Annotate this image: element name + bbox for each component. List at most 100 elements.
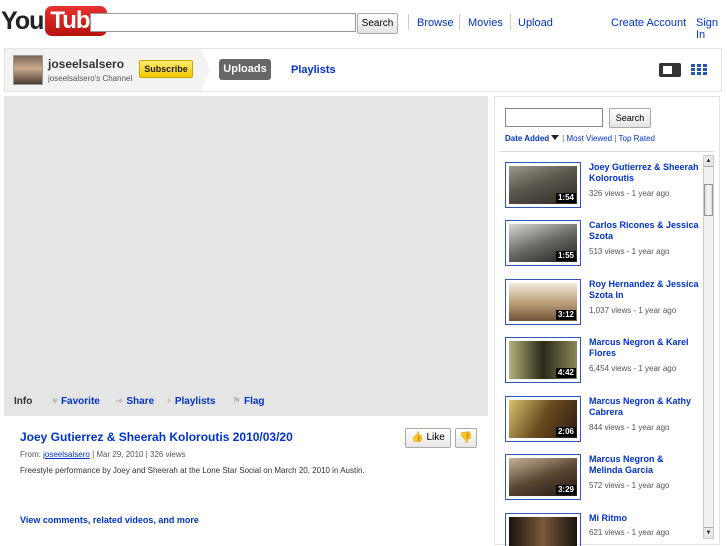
scroll-down-icon[interactable]: ▼ xyxy=(704,527,713,538)
list-item[interactable]: 2:06 Marcus Negron & Kathy Cabrera 844 v… xyxy=(505,393,705,448)
sort-most-viewed[interactable]: Most Viewed xyxy=(566,134,612,143)
video-meta: 513 views - 1 year ago xyxy=(589,247,670,256)
tab-share-label: Share xyxy=(126,396,155,407)
nav-divider xyxy=(510,14,511,30)
tab-info-label: Info xyxy=(14,396,33,407)
video-meta: 621 views - 1 year ago xyxy=(589,528,670,537)
video-info-panel: Joey Gutierrez & Sheerah Koloroutis 2010… xyxy=(8,416,488,545)
video-description: Freestyle performance by Joey and Sheera… xyxy=(20,466,365,475)
duration-badge: 4:42 xyxy=(555,368,576,378)
duration-badge: 1:54 xyxy=(555,193,576,203)
heart-icon: ♥ xyxy=(52,396,58,407)
nav-divider xyxy=(459,14,460,30)
video-link[interactable]: Marcus Negron & Karel Flores xyxy=(589,337,699,359)
header-search-input[interactable] xyxy=(90,13,356,32)
scroll-up-icon[interactable]: ▲ xyxy=(704,156,713,167)
thumbs-down-icon: 👎 xyxy=(459,432,473,444)
dislike-button[interactable]: 👎 xyxy=(455,428,477,448)
scroll-thumb[interactable] xyxy=(704,184,713,216)
tab-playlists-label: Playlists xyxy=(174,396,216,407)
video-link[interactable]: Marcus Negron & Kathy Cabrera xyxy=(589,396,699,418)
video-meta: 844 views - 1 year ago xyxy=(589,423,670,432)
avatar[interactable] xyxy=(13,55,43,85)
view-more-link[interactable]: View comments, related videos, and more xyxy=(20,515,199,525)
tab-favorite-label: Favorite xyxy=(60,396,100,407)
tab-flag-label: Flag xyxy=(243,396,265,407)
list-item[interactable]: 3:29 Marcus Negron & Melinda Garcia 572 … xyxy=(505,451,705,506)
header-search-button[interactable]: Search xyxy=(357,13,398,34)
logo-you: You xyxy=(1,6,44,35)
video-player[interactable] xyxy=(4,96,488,386)
video-link[interactable]: Carlos Ricones & Jessica Szota xyxy=(589,220,699,242)
duration-badge: 1:55 xyxy=(555,251,576,261)
video-date-views: | Mar 29, 2010 | 326 views xyxy=(92,450,186,459)
video-meta: From: joseelsalsero | Mar 29, 2010 | 326… xyxy=(20,450,186,459)
nav-divider xyxy=(408,14,409,30)
video-action-tabs: Info ♥ Favorite ➔ Share + Playlists ⚑ Flag xyxy=(4,386,488,416)
video-thumbnail[interactable] xyxy=(505,513,581,546)
channel-search-input[interactable] xyxy=(505,108,603,127)
video-link[interactable]: Roy Hernandez & Jessica Szota In xyxy=(589,279,699,301)
duration-badge: 3:29 xyxy=(555,485,576,495)
list-item[interactable]: 3:12 Roy Hernandez & Jessica Szota In 1,… xyxy=(505,276,705,331)
list-item[interactable]: 1:54 Joey Gutierrez & Sheerah Koloroutis… xyxy=(505,159,705,214)
nav-movies[interactable]: Movies xyxy=(468,17,503,29)
tab-uploads[interactable]: Uploads xyxy=(219,59,271,80)
list-scrollbar[interactable]: ▲ ▼ xyxy=(703,155,714,539)
grid-view-icon[interactable] xyxy=(691,64,707,76)
video-link[interactable]: Joey Gutierrez & Sheerah Koloroutis xyxy=(589,162,699,184)
video-thumbnail[interactable]: 1:55 xyxy=(505,220,581,266)
sidebar-divider xyxy=(499,151,715,152)
from-user-link[interactable]: joseelsalsero xyxy=(43,450,90,459)
video-meta: 6,454 views - 1 year ago xyxy=(589,364,677,373)
duration-badge: 3:12 xyxy=(555,310,576,320)
channel-info-arrow xyxy=(201,49,210,91)
like-label: Like xyxy=(426,432,445,443)
video-title[interactable]: Joey Gutierrez & Sheerah Koloroutis 2010… xyxy=(20,430,293,444)
sort-date-added[interactable]: Date Added xyxy=(505,134,549,143)
sort-separator: | xyxy=(562,134,565,143)
create-account-link[interactable]: Create Account xyxy=(611,17,686,29)
tab-flag[interactable]: ⚑ Flag xyxy=(232,396,265,407)
channel-search-button[interactable]: Search xyxy=(609,108,651,128)
video-link[interactable]: Marcus Negron & Melinda Garcia xyxy=(589,454,699,476)
video-meta: 1,037 views - 1 year ago xyxy=(589,306,677,315)
from-label: From: xyxy=(20,450,41,459)
tab-playlists-video[interactable]: + Playlists xyxy=(166,396,215,407)
nav-upload[interactable]: Upload xyxy=(518,17,553,29)
tab-info[interactable]: Info xyxy=(14,396,32,407)
duration-badge: 2:06 xyxy=(555,427,576,437)
sort-top-rated[interactable]: Top Rated xyxy=(619,134,655,143)
sign-in-link[interactable]: Sign In xyxy=(696,17,727,41)
video-thumbnail[interactable]: 2:06 xyxy=(505,396,581,442)
like-button[interactable]: 👍 Like xyxy=(405,428,451,448)
sort-options: Date Added | Most Viewed | Top Rated xyxy=(505,134,655,143)
channel-name[interactable]: joseelsalsero xyxy=(48,57,124,71)
video-thumbnail[interactable]: 3:12 xyxy=(505,279,581,325)
video-thumbnail[interactable]: 4:42 xyxy=(505,337,581,383)
tab-share[interactable]: ➔ Share xyxy=(115,396,154,407)
thumbs-up-icon: 👍 xyxy=(411,432,424,443)
arrow-icon: ➔ xyxy=(115,396,124,407)
tab-favorite[interactable]: ♥ Favorite xyxy=(52,396,100,407)
list-item[interactable]: Mi Ritmo 621 views - 1 year ago xyxy=(505,510,705,546)
channel-subtitle: joseelsalsero's Channel xyxy=(48,74,133,83)
list-item[interactable]: 4:42 Marcus Negron & Karel Flores 6,454 … xyxy=(505,334,705,389)
video-thumbnail[interactable]: 1:54 xyxy=(505,162,581,208)
player-view-icon[interactable] xyxy=(659,63,681,77)
flag-icon: ⚑ xyxy=(232,396,241,407)
video-meta: 572 views - 1 year ago xyxy=(589,481,670,490)
list-item[interactable]: 1:55 Carlos Ricones & Jessica Szota 513 … xyxy=(505,217,705,272)
channel-bar: joseelsalsero joseelsalsero's Channel Su… xyxy=(4,48,722,92)
uploads-sidebar: Search Date Added | Most Viewed | Top Rat… xyxy=(494,96,720,546)
triangle-down-icon[interactable] xyxy=(551,135,560,140)
video-thumbnail[interactable]: 3:29 xyxy=(505,454,581,500)
tab-playlists[interactable]: Playlists xyxy=(291,64,336,76)
video-link[interactable]: Mi Ritmo xyxy=(589,513,699,524)
video-meta: 326 views - 1 year ago xyxy=(589,189,670,198)
subscribe-button[interactable]: Subscribe xyxy=(139,60,193,78)
top-header: You Tube Search Browse Movies Upload Cre… xyxy=(0,0,727,46)
nav-browse[interactable]: Browse xyxy=(417,17,454,29)
sort-separator: | xyxy=(614,134,617,143)
plus-icon: + xyxy=(166,396,172,407)
